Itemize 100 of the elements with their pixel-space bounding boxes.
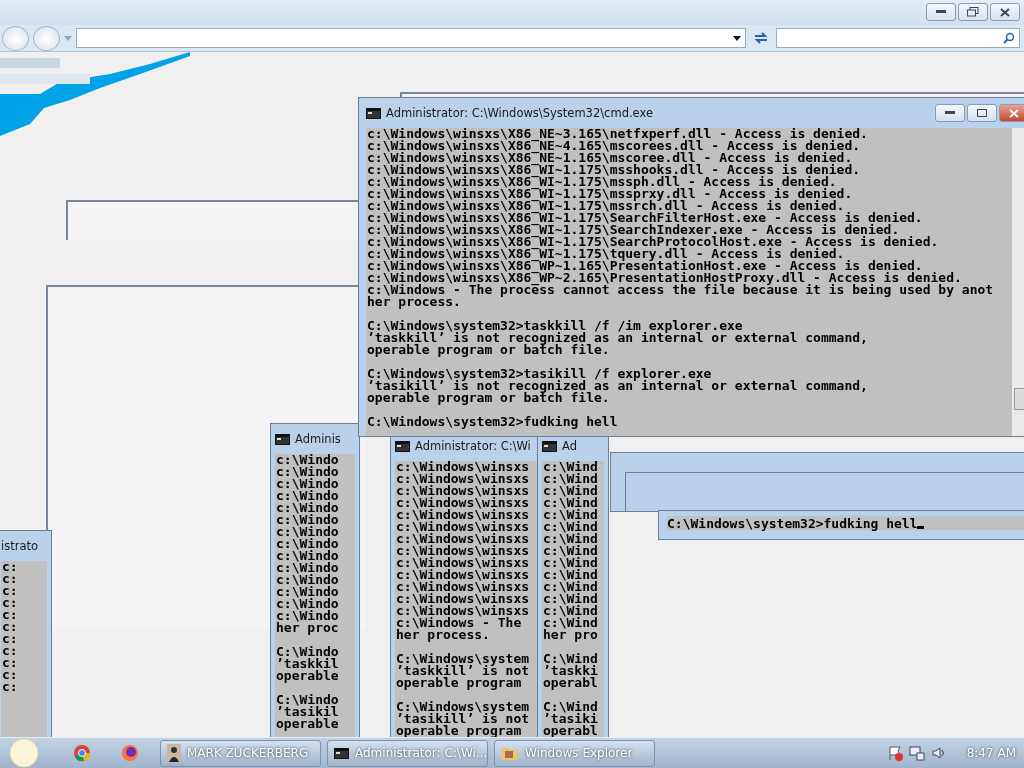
minimize-icon xyxy=(936,10,946,14)
console-line: c:\Wind xyxy=(543,521,599,533)
folder-icon xyxy=(501,745,519,761)
console-line: c:\Wind xyxy=(543,533,599,545)
clock[interactable]: 8:47 AM xyxy=(966,746,1016,760)
console-line: c:\Windo xyxy=(276,454,340,466)
console-line: c: xyxy=(2,669,19,681)
console-line: c:\Windows\winsxs\X86_WI~1.175\SearchFilterHost.exe - Access is denied. xyxy=(367,212,924,224)
browser-icon[interactable] xyxy=(72,743,92,763)
console-line: c:\Windows\winsxs xyxy=(396,581,531,593)
scrollbar[interactable] xyxy=(1012,128,1024,436)
console-line: c: xyxy=(2,633,19,645)
console-line: C:\Wind xyxy=(543,701,599,713)
console-line: c:\Windows\winsxs xyxy=(396,593,531,605)
console-line: c:\Windows\winsxs xyxy=(396,473,531,485)
console-icon xyxy=(334,747,349,759)
console-line: her process. xyxy=(396,629,491,641)
console-line: c: xyxy=(2,597,19,609)
console-line: c:\Windo xyxy=(276,586,340,598)
console-line: c:\Windo xyxy=(276,550,340,562)
console-line: C:\Windows\system32>fudking hell xyxy=(367,416,619,428)
taskbar-button[interactable]: MARK ZUCKERBERG xyxy=(160,739,321,767)
caret-icon xyxy=(64,35,72,41)
close-icon xyxy=(1000,7,1010,17)
console-line: operable program or batch file. xyxy=(367,344,611,356)
taskbar-button[interactable]: Windows Explorer xyxy=(494,739,655,767)
network-icon[interactable] xyxy=(908,745,925,761)
console-icon xyxy=(542,440,557,452)
flag-icon[interactable] xyxy=(886,745,903,761)
close-icon xyxy=(1009,108,1019,118)
console-line: c: xyxy=(2,621,19,633)
console-line: ’taskkil xyxy=(276,658,340,670)
console-line: c:\Windows\winsxs\X86_WI~1.175\msshooks.dll - Access is denied. xyxy=(367,164,862,176)
console-line: c:\Windo xyxy=(276,502,340,514)
window-title: Ad xyxy=(562,439,577,453)
window-title: Administrator: C:\Wi xyxy=(415,439,531,453)
console-line: c:\Windows\winsxs xyxy=(396,533,531,545)
console-line: C:\Windows\system32>tasikill /f explorer.exe xyxy=(367,368,713,380)
console-line: c:\Wind xyxy=(543,593,599,605)
console-line: c: xyxy=(2,681,19,693)
search-icon xyxy=(1003,32,1015,44)
console-line: c:\Windows\winsxs\X86_WI~1.175\SearchIndexer.exe - Access is denied. xyxy=(367,224,900,236)
console-line: c:\Wind xyxy=(543,581,599,593)
console-line: c:\Windo xyxy=(276,478,340,490)
console-line: her process. xyxy=(367,296,462,308)
console-line: c:\Wind xyxy=(543,509,599,521)
console-line: c:\Windo xyxy=(276,562,340,574)
maximize-icon xyxy=(977,109,987,117)
console-line: ’tasiki xyxy=(543,713,599,725)
console-line: C:\Windows\system xyxy=(396,701,531,713)
minimize-button[interactable] xyxy=(926,3,956,21)
console-line: c:\Windows\winsxs\X86_WI~1.175\tquery.dll - Access is denied. xyxy=(367,248,845,260)
console-line: c:\Windo xyxy=(276,466,340,478)
console-line: c:\Windows\winsxs\X86_NE~3.165\netfxperf.dll - Access is denied. xyxy=(367,128,869,140)
person-icon xyxy=(167,744,181,762)
search-field[interactable] xyxy=(776,28,1020,48)
address-field[interactable] xyxy=(76,28,746,48)
console-line: c:\Windows\winsxs xyxy=(396,545,531,557)
restore-icon xyxy=(967,7,979,17)
console-line: c:\Windows\winsxs xyxy=(396,557,531,569)
taskbar-button[interactable]: Administrator: C:\Wi... xyxy=(327,739,488,767)
maximize-button[interactable] xyxy=(967,104,997,122)
console-line: c:\Wind xyxy=(543,605,599,617)
restore-button[interactable] xyxy=(958,3,988,21)
browser-icon[interactable] xyxy=(120,743,140,763)
console-line: c:\Windows\winsxs\X86_NE~1.165\mscoree.dll - Access is denied. xyxy=(367,152,853,164)
scroll-thumb[interactable] xyxy=(1014,388,1024,410)
console-line: c:\Windows\winsxs\X86_NE~4.165\mscorees.dll - Access is denied. xyxy=(367,140,862,152)
console-line: c:\Windows\winsxs\X86_WI~1.175\SearchProtocolHost.exe - Access is denied. xyxy=(367,236,940,248)
console-icon xyxy=(366,107,381,119)
speaker-icon[interactable] xyxy=(930,745,947,761)
console-line: c:\Wind xyxy=(543,473,599,485)
console-line: c:\Windows\winsxs\X86_WI~1.175\mssph.dll - Access is denied. xyxy=(367,176,837,188)
console-line: c: xyxy=(2,645,19,657)
console-line: c:\Wind xyxy=(543,461,599,473)
console-line: c:\Windo xyxy=(276,526,340,538)
console-line: C:\Wind xyxy=(543,653,599,665)
console-line: c:\Windows\winsxs xyxy=(396,461,531,473)
console-line: c:\Wind xyxy=(543,557,599,569)
minimize-button[interactable] xyxy=(935,104,965,122)
console-line: c:\Windo xyxy=(276,514,340,526)
console-line: c:\Windows\winsxs xyxy=(396,509,531,521)
console-line: her pro xyxy=(543,629,599,641)
window-title: Adminis xyxy=(295,432,341,446)
console-line: ’taskkill’ is not xyxy=(396,665,531,677)
console-line: c:\Windows - The process cannot access the file because it is being used by anot xyxy=(367,284,995,296)
close-button[interactable] xyxy=(990,3,1020,21)
console-line: c:\Windows\winsxs xyxy=(396,485,531,497)
console-line: ’taskkill’ is not recognized as an internal or external command, xyxy=(367,332,869,344)
console-line: operable program xyxy=(396,725,523,737)
console-line: c:\Windows\winsxs\X86_WI~1.175\mssrch.dll - Access is denied. xyxy=(367,200,845,212)
console-line: ’tasikill’ is not xyxy=(396,713,531,725)
close-button[interactable] xyxy=(999,104,1024,122)
console-line: c:\Windows\winsxs xyxy=(396,569,531,581)
console-line: c:\Windows\winsxs\X86_WP~1.165\PresentationHost.exe - Access is denied. xyxy=(367,260,923,272)
console-line: c:\Windo xyxy=(276,538,340,550)
console-line: operable program or batch file. xyxy=(367,392,611,404)
console-line: c: xyxy=(2,609,19,621)
console-line: ’taskki xyxy=(543,665,599,677)
console-line: c:\Wind xyxy=(543,617,599,629)
